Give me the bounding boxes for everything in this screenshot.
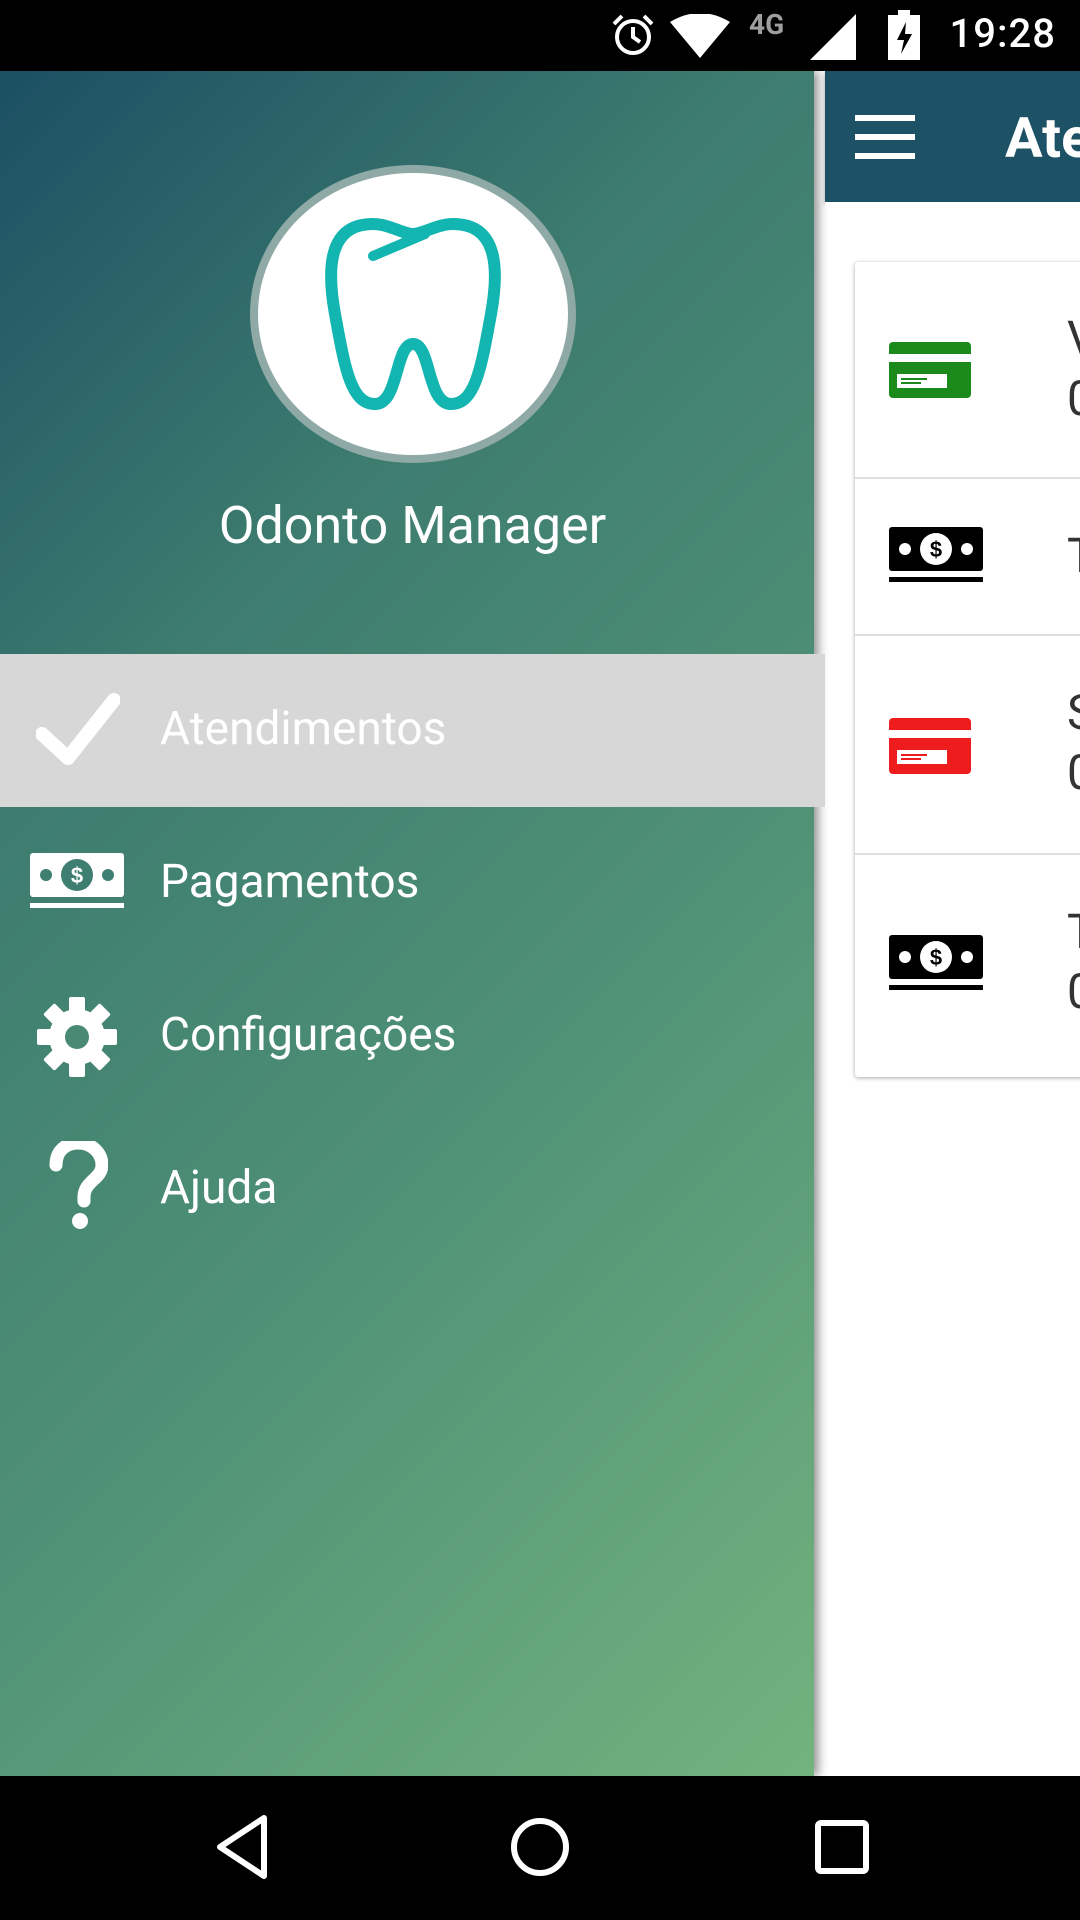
check-icon [35, 692, 121, 772]
drawer-item-ajuda[interactable]: Ajuda [0, 1113, 825, 1266]
drawer-item-label: Atendimentos [160, 702, 447, 756]
battery-charging-icon [888, 10, 920, 64]
money-icon: $ [887, 933, 985, 999]
main-content: V 0 $ T S 0 $ T 0 [825, 202, 1080, 1776]
svg-text:$: $ [71, 863, 83, 888]
money-icon: $ [887, 525, 985, 591]
list-item[interactable]: S 0 [855, 636, 1080, 855]
drawer-header: Odonto Manager [0, 71, 814, 654]
list-item[interactable]: V 0 [855, 262, 1080, 479]
money-icon: $ [28, 851, 126, 917]
clock: 19:28 [949, 10, 1056, 57]
credit-card-icon [887, 716, 973, 780]
summary-card: V 0 $ T S 0 $ T 0 [855, 262, 1080, 1077]
app-name: Odonto Manager [218, 495, 607, 556]
navigation-drawer: Odonto Manager Atendimentos $ Pagamentos [0, 71, 825, 1776]
drawer-item-atendimentos[interactable]: Atendimentos [0, 654, 825, 807]
credit-card-icon [887, 340, 973, 404]
drawer-item-label: Configurações [160, 1008, 457, 1062]
recents-icon[interactable] [812, 1812, 872, 1886]
gear-icon [36, 996, 118, 1082]
signal-icon [810, 14, 856, 64]
system-navigation-bar [0, 1776, 1080, 1920]
app-bar: Ate [825, 71, 1080, 202]
back-icon[interactable] [212, 1812, 272, 1886]
drawer-item-label: Ajuda [160, 1161, 278, 1215]
svg-text:$: $ [930, 537, 942, 562]
page-title: Ate [1005, 105, 1080, 171]
status-bar: 4G 19:28 [0, 0, 1080, 71]
list-item[interactable]: $ T [855, 479, 1080, 636]
drawer-item-pagamentos[interactable]: $ Pagamentos [0, 807, 825, 960]
svg-text:$: $ [930, 945, 942, 970]
alarm-icon [610, 12, 656, 62]
list-item[interactable]: $ T 0 [855, 855, 1080, 1075]
network-type: 4G [749, 8, 785, 41]
tooth-logo-icon [250, 165, 576, 463]
drawer-item-label: Pagamentos [160, 855, 420, 909]
hamburger-menu-icon[interactable] [855, 115, 915, 163]
drawer-item-configuracoes[interactable]: Configurações [0, 960, 825, 1113]
wifi-icon [670, 13, 730, 62]
home-icon[interactable] [510, 1812, 570, 1886]
help-icon [48, 1136, 109, 1235]
